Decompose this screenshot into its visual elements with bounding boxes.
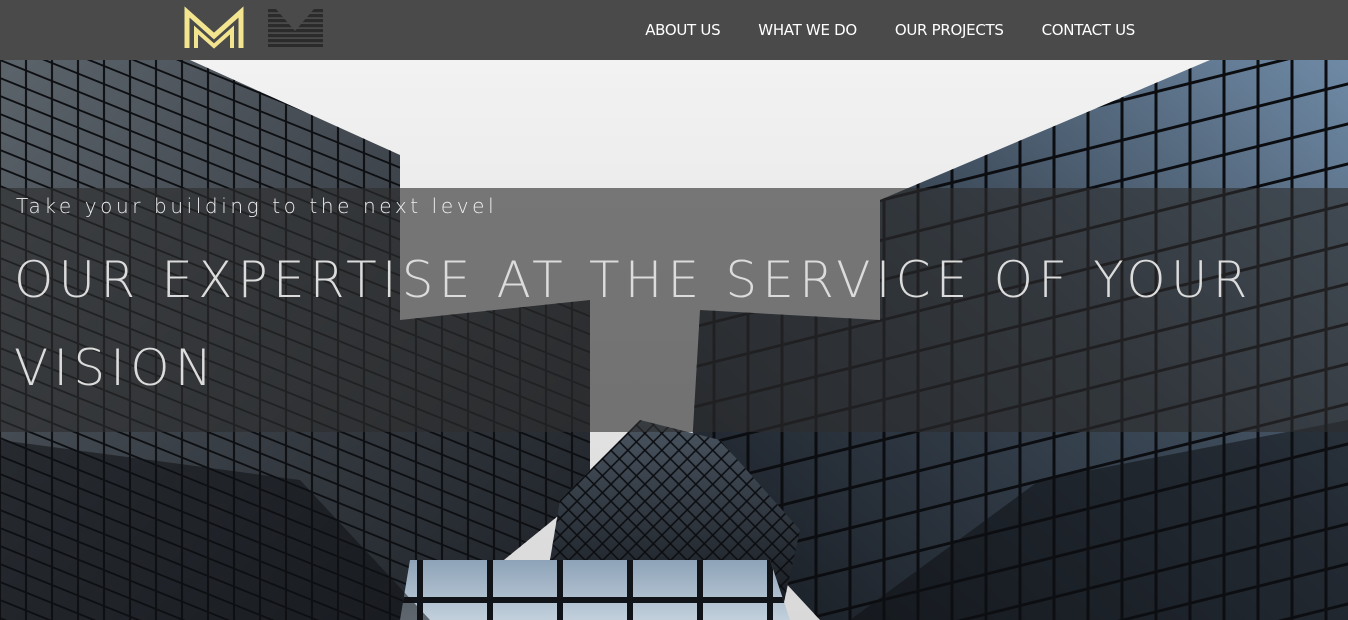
hero-tagline: Take your building to the next level: [16, 194, 498, 218]
m-stripes-logo-icon: [268, 9, 323, 47]
nav-contact-us[interactable]: CONTACT US: [1042, 21, 1136, 39]
mm-monogram-logo-icon[interactable]: [184, 6, 246, 50]
nav-about-us[interactable]: ABOUT US: [645, 21, 720, 39]
site-header: ABOUT US WHAT WE DO OUR PROJECTS CONTACT…: [0, 0, 1348, 60]
hero-section: Take your building to the next level OUR…: [0, 60, 1348, 620]
nav-our-projects[interactable]: OUR PROJECTS: [895, 21, 1004, 39]
main-nav: ABOUT US WHAT WE DO OUR PROJECTS CONTACT…: [645, 0, 1135, 60]
hero-headline: OUR EXPERTISE AT THE SERVICE OF YOUR VIS…: [14, 251, 1253, 397]
nav-what-we-do[interactable]: WHAT WE DO: [758, 21, 857, 39]
